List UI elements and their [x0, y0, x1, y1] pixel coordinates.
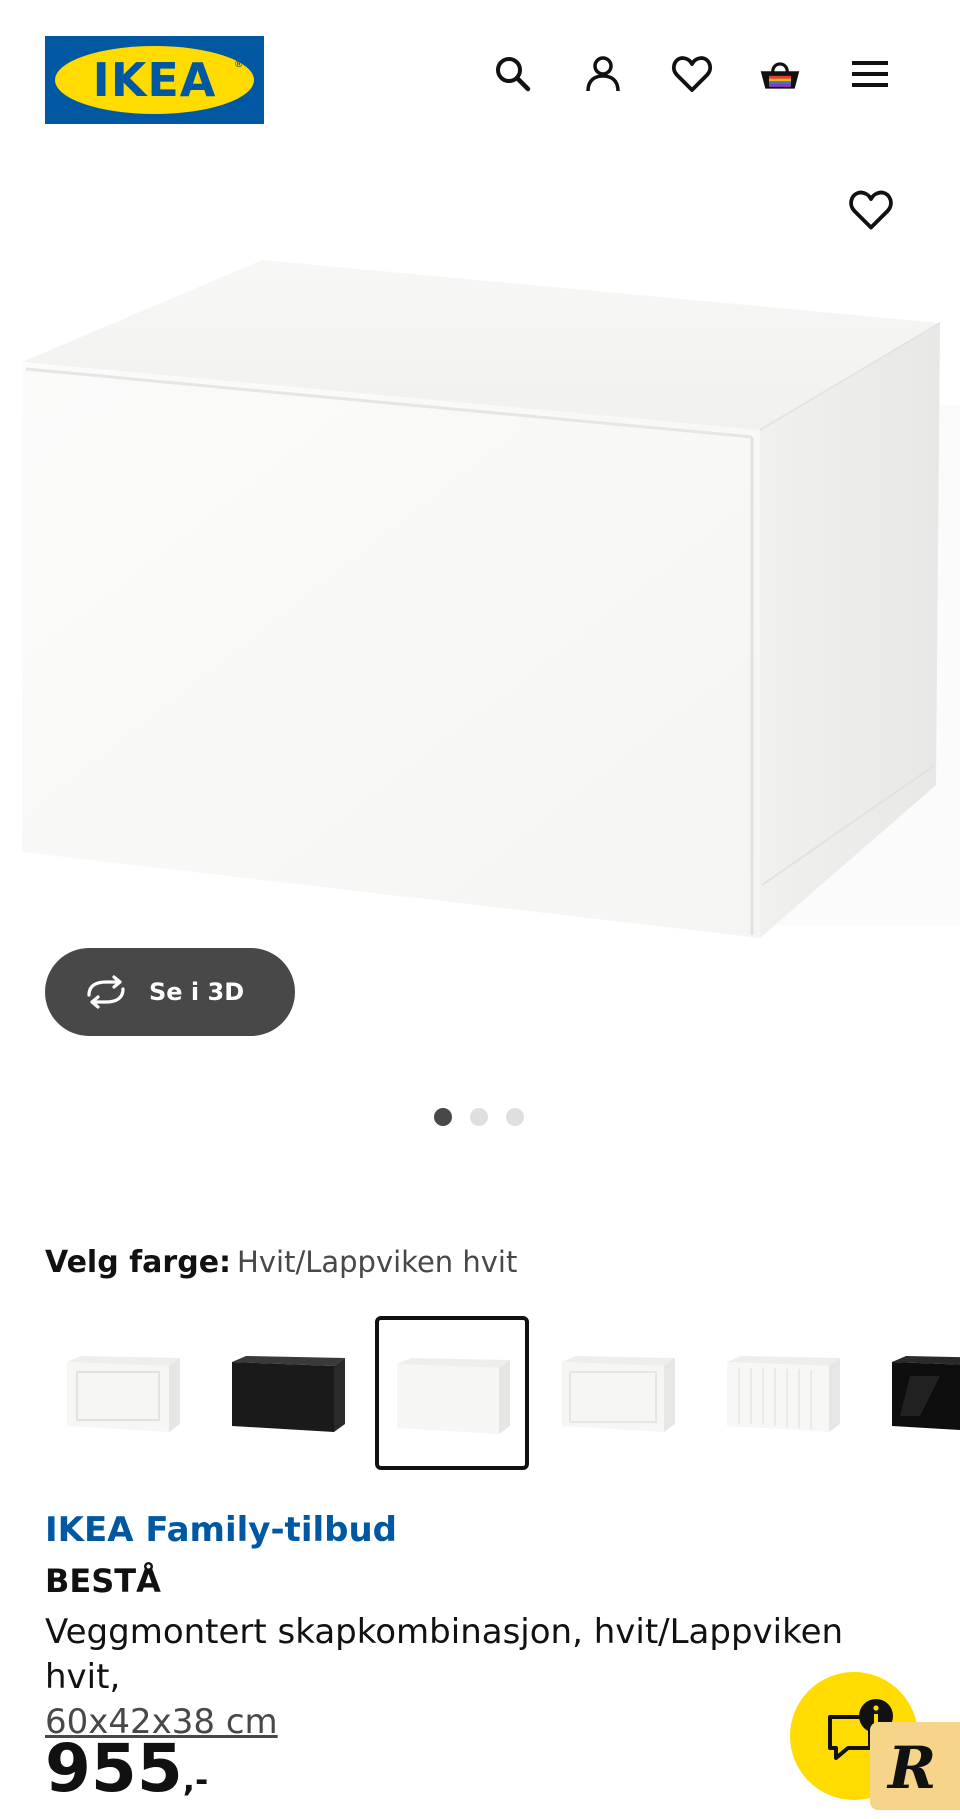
color-label: Velg farge:	[45, 1245, 232, 1280]
r-badge-letter: R	[886, 1734, 936, 1802]
color-swatch-6[interactable]	[870, 1316, 960, 1470]
logo-registered-mark: ®	[235, 59, 243, 70]
color-swatch-5[interactable]	[705, 1316, 859, 1470]
color-value: Hvit/Lappviken hvit	[237, 1245, 518, 1279]
basket-icon[interactable]	[758, 52, 802, 96]
heart-icon[interactable]	[670, 52, 714, 96]
color-swatch-3-selected[interactable]	[375, 1316, 529, 1470]
ikea-logo[interactable]: IKEA ®	[45, 36, 264, 124]
color-selector-row: Velg farge: Hvit/Lappviken hvit	[45, 1244, 517, 1280]
carousel-dot-2[interactable]	[470, 1108, 488, 1126]
user-icon[interactable]	[581, 52, 625, 96]
product-image	[22, 260, 960, 938]
view-in-3d-button[interactable]: Se i 3D	[45, 948, 295, 1036]
product-description-text: Veggmontert skapkombinasjon, hvit/Lappvi…	[45, 1612, 844, 1697]
product-name: BESTÅ	[45, 1562, 161, 1600]
logo-text: IKEA	[92, 53, 217, 107]
site-header: IKEA ®	[0, 0, 960, 150]
view-in-3d-label: Se i 3D	[149, 978, 245, 1006]
color-swatch-1[interactable]	[45, 1316, 199, 1470]
price-value: 955	[45, 1730, 183, 1807]
favorite-heart-icon[interactable]	[848, 188, 894, 234]
price-suffix: ,-	[182, 1761, 209, 1799]
menu-icon[interactable]	[848, 52, 892, 96]
r-badge[interactable]: R	[870, 1722, 960, 1810]
carousel-dot-1[interactable]	[434, 1108, 452, 1126]
search-icon[interactable]	[491, 52, 535, 96]
rotate-3d-icon	[87, 975, 125, 1009]
carousel-dot-3[interactable]	[506, 1108, 524, 1126]
color-swatch-2[interactable]	[210, 1316, 364, 1470]
r-badge-logo: R	[886, 1734, 936, 1802]
product-price: 955,-	[45, 1730, 208, 1807]
carousel-dots	[434, 1108, 524, 1126]
family-offer-badge: IKEA Family-tilbud	[45, 1510, 398, 1550]
color-swatch-4[interactable]	[540, 1316, 694, 1470]
